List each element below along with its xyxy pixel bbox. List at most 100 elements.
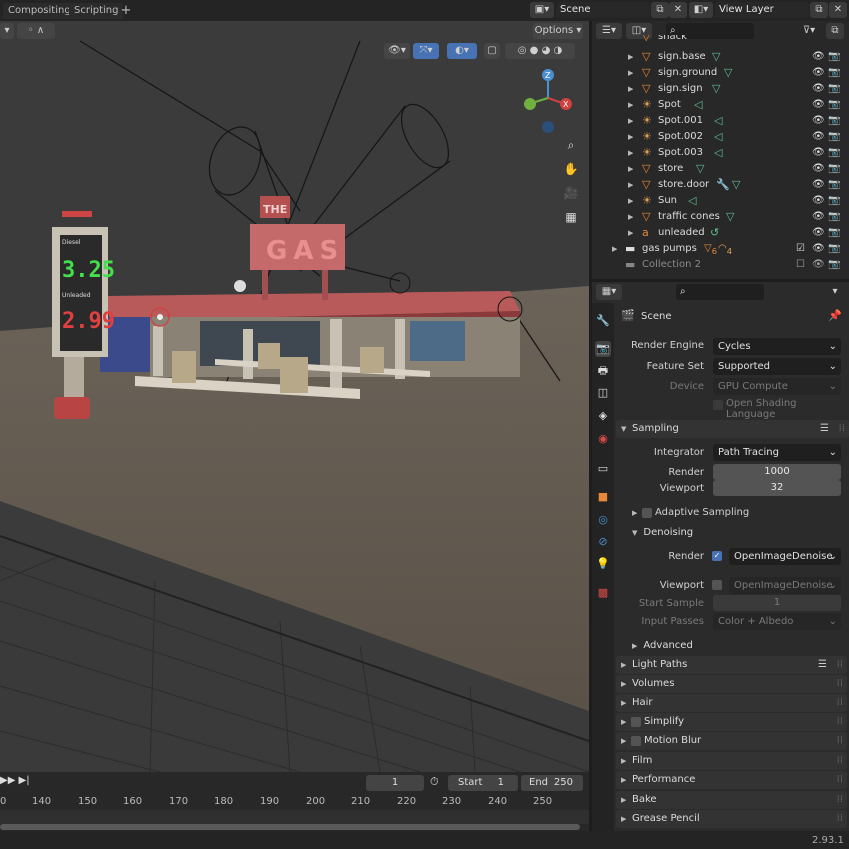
- tool-tab-icon[interactable]: 🔧: [595, 313, 611, 329]
- visibility-eye-icon[interactable]: 👁: [812, 113, 825, 129]
- motion-blur-checkbox[interactable]: [631, 736, 641, 746]
- simplify-checkbox[interactable]: [631, 717, 641, 727]
- denoising-header[interactable]: ▼ Denoising: [632, 527, 693, 538]
- world-tab-icon[interactable]: ◉: [595, 431, 611, 447]
- add-workspace-button[interactable]: +: [118, 3, 134, 19]
- start-sample-field[interactable]: 1: [713, 595, 841, 611]
- expand-arrow-icon[interactable]: ▶: [628, 193, 633, 209]
- denoise-render-dropdown[interactable]: OpenImageDenoise ⌄: [729, 548, 841, 565]
- tab-compositing[interactable]: Compositing: [3, 3, 76, 19]
- current-frame-field[interactable]: 1: [366, 775, 424, 791]
- pan-hand-icon[interactable]: ✋: [562, 162, 580, 180]
- visibility-eye-icon[interactable]: 👁: [812, 65, 825, 81]
- expand-arrow-icon[interactable]: ▶: [628, 209, 633, 225]
- visibility-eye-icon[interactable]: 👁: [812, 81, 825, 97]
- adaptive-sampling-checkbox[interactable]: [642, 508, 652, 518]
- tab-scripting[interactable]: Scripting: [69, 3, 124, 19]
- expand-arrow-icon[interactable]: ▶: [628, 177, 633, 193]
- start-frame-field[interactable]: Start 1: [448, 775, 518, 791]
- options-dropdown[interactable]: Options ▾: [533, 23, 583, 39]
- editor-type-icon[interactable]: ▾: [0, 23, 14, 39]
- light-paths-panel-header[interactable]: ▶ Light Paths ☰ ⁞⁞: [616, 656, 847, 674]
- zoom-icon[interactable]: ⌕: [562, 138, 580, 156]
- drag-handle-icon[interactable]: ⁞⁞: [837, 810, 843, 828]
- render-camera-icon[interactable]: 📷: [828, 177, 840, 193]
- outliner-row[interactable]: ▶ a unleaded ↺ 👁 📷: [592, 225, 849, 241]
- new-scene-icon[interactable]: ⧉: [651, 2, 669, 18]
- render-tab-icon[interactable]: 📷: [595, 341, 611, 357]
- expand-arrow-icon[interactable]: ▶: [628, 113, 633, 129]
- exclude-checkbox[interactable]: ☑: [796, 241, 805, 257]
- playback-controls[interactable]: ▶▶ ▶|: [0, 775, 30, 791]
- open-shading-checkbox[interactable]: [713, 400, 723, 410]
- drag-handle-icon[interactable]: ⁞⁞: [837, 732, 843, 750]
- render-camera-icon[interactable]: 📷: [828, 209, 840, 225]
- constraints-tab-icon[interactable]: ⊘: [595, 534, 611, 550]
- expand-arrow-icon[interactable]: ▶: [628, 129, 633, 145]
- camera-view-icon[interactable]: 🎥: [562, 186, 580, 204]
- render-camera-icon[interactable]: 📷: [828, 257, 840, 273]
- drag-handle-icon[interactable]: ⁞⁞: [837, 791, 843, 809]
- hair-panel-header[interactable]: ▶ Hair ⁞⁞: [616, 694, 847, 712]
- end-frame-field[interactable]: End 250: [521, 775, 583, 791]
- render-camera-icon[interactable]: 📷: [828, 113, 840, 129]
- gizmo-toggle-icon[interactable]: ⤧▾: [413, 43, 439, 59]
- drag-handle-icon[interactable]: ⁞⁞: [837, 656, 843, 674]
- properties-editor-type-icon[interactable]: ▦▾: [596, 284, 622, 300]
- visibility-eye-icon[interactable]: 👁: [812, 177, 825, 193]
- new-view-layer-icon[interactable]: ⧉: [810, 2, 828, 18]
- outliner-row[interactable]: ▽ snack: [592, 35, 849, 45]
- texture-tab-icon[interactable]: ▩: [595, 585, 611, 601]
- input-passes-dropdown[interactable]: Color + Albedo ⌄: [713, 613, 841, 630]
- delete-scene-icon[interactable]: ✕: [669, 2, 687, 18]
- render-engine-dropdown[interactable]: Cycles ⌄: [713, 338, 841, 355]
- outliner-row[interactable]: ▶ ▽ sign.ground ▽ 👁 📷: [592, 65, 849, 81]
- render-samples-field[interactable]: 1000: [713, 464, 841, 480]
- motion-blur-panel-header[interactable]: ▶ Motion Blur ⁞⁞: [616, 732, 847, 750]
- timeline-scrollbar[interactable]: [0, 824, 580, 830]
- film-panel-header[interactable]: ▶ Film ⁞⁞: [616, 752, 847, 770]
- feature-set-dropdown[interactable]: Supported ⌄: [713, 358, 841, 375]
- outliner-row[interactable]: ▶ ▽ traffic cones ▽ 👁 📷: [592, 209, 849, 225]
- advanced-header[interactable]: ▶ Advanced: [632, 640, 693, 651]
- visibility-eye-icon[interactable]: 👁: [812, 129, 825, 145]
- scene-tab-icon[interactable]: ◈: [595, 408, 611, 424]
- view-layer-selector-icon[interactable]: ◧▾: [689, 2, 713, 18]
- drag-handle-icon[interactable]: ⁞⁞: [837, 713, 843, 731]
- outliner-collection-row[interactable]: ▶ ▬ gas pumps ▽6 ◠4 ☑ 👁 📷: [592, 241, 849, 257]
- visibility-eye-icon[interactable]: 👁: [812, 241, 825, 257]
- view-layer-tab-icon[interactable]: ◫: [595, 385, 611, 401]
- visibility-eye-icon[interactable]: 👁: [812, 193, 825, 209]
- scene-selector-icon[interactable]: ▣▾: [530, 2, 554, 18]
- shading-modes[interactable]: ◎ ● ◕ ◑: [505, 43, 575, 59]
- render-camera-icon[interactable]: 📷: [828, 49, 840, 65]
- outliner-row[interactable]: ▶ ☀ Spot.002 ◁ 👁 📷: [592, 129, 849, 145]
- view-visibility-icon[interactable]: 👁▾: [384, 43, 410, 59]
- drag-handle-icon[interactable]: ⁞⁞: [837, 771, 843, 789]
- render-camera-icon[interactable]: 📷: [828, 225, 840, 241]
- xray-toggle-icon[interactable]: ▢: [484, 43, 500, 59]
- visibility-eye-icon[interactable]: 👁: [812, 49, 825, 65]
- denoise-render-checkbox[interactable]: ✓: [712, 551, 722, 561]
- drag-handle-icon[interactable]: ⁞⁞: [837, 752, 843, 770]
- outliner-collection-row[interactable]: ▬ Collection 2 ☐ 👁 📷: [592, 257, 849, 273]
- sampling-panel-header[interactable]: ▼ Sampling ☰ ⁞⁞: [616, 420, 849, 438]
- expand-arrow-icon[interactable]: ▶: [628, 225, 633, 241]
- overlay-toggle-icon[interactable]: ◐▾: [447, 43, 477, 59]
- delete-view-layer-icon[interactable]: ✕: [829, 2, 847, 18]
- properties-options-icon[interactable]: ▾: [826, 284, 844, 300]
- simplify-panel-header[interactable]: ▶ Simplify ⁞⁞: [616, 713, 847, 731]
- render-camera-icon[interactable]: 📷: [828, 161, 840, 177]
- denoise-viewport-dropdown[interactable]: OpenImageDenoise ⌄: [729, 577, 841, 594]
- performance-panel-header[interactable]: ▶ Performance ⁞⁞: [616, 771, 847, 789]
- render-camera-icon[interactable]: 📷: [828, 129, 840, 145]
- 3d-viewport[interactable]: THE GAS Diesel 3.25 Unleaded 2.99: [0, 21, 589, 772]
- render-camera-icon[interactable]: 📷: [828, 81, 840, 97]
- pin-icon[interactable]: 📌: [828, 309, 842, 322]
- render-camera-icon[interactable]: 📷: [828, 193, 840, 209]
- scene-name-field[interactable]: Scene: [556, 2, 650, 18]
- physics-tab-icon[interactable]: ◎: [595, 512, 611, 528]
- expand-arrow-icon[interactable]: ▶: [628, 97, 633, 113]
- drag-handle-icon[interactable]: ⁞⁞: [837, 675, 843, 693]
- visibility-eye-icon[interactable]: 👁: [812, 209, 825, 225]
